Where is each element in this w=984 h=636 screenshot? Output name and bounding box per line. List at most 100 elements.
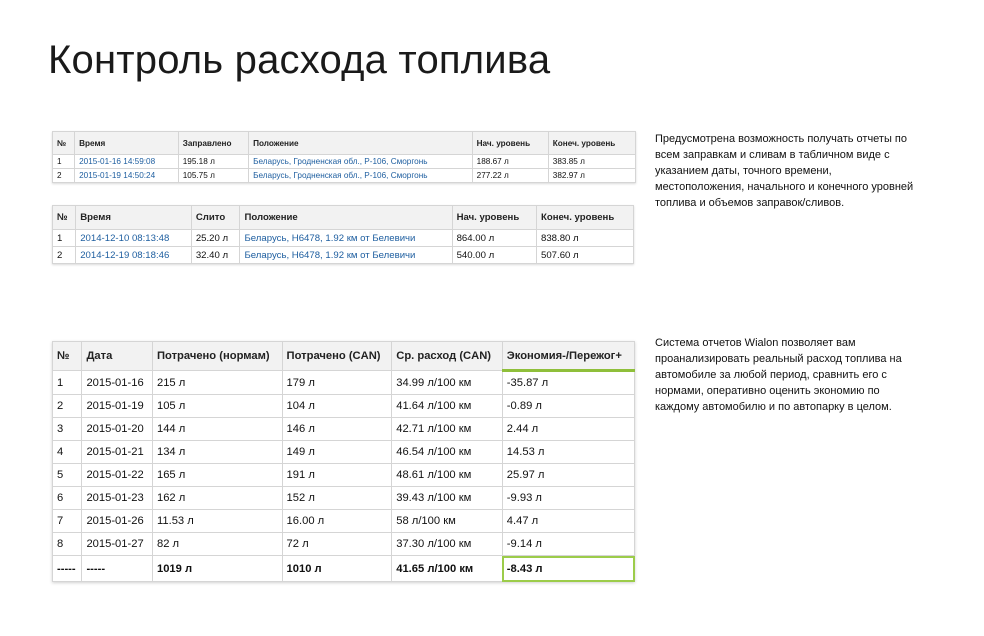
date-value: 2015-01-23 (81, 486, 153, 510)
date-value: 2015-01-21 (81, 440, 153, 464)
spent-norm-value: 215 л (151, 370, 283, 395)
avg-consumption-value: 37.30 л/100 км (391, 532, 503, 556)
refueled-value: 105.75 л (177, 168, 250, 183)
end-level-value: 383.85 л (547, 154, 637, 169)
end-level-value: 838.80 л (536, 229, 634, 247)
table-row: 1 2015-01-16 14:59:08 195.18 л Беларусь,… (51, 154, 637, 169)
savings-overuse-value: -0.89 л (501, 394, 636, 418)
total-number: ----- (51, 555, 83, 582)
spent-norm-value: 11.53 л (151, 509, 283, 533)
column-header-drained[interactable]: Слито (190, 205, 241, 230)
start-level-value: 540.00 л (451, 246, 538, 264)
total-savings-overuse: -8.43 л (501, 555, 636, 582)
date-value: 2015-01-20 (81, 417, 153, 441)
wialon-reports-description: Система отчетов Wialon позволяет вам про… (655, 337, 902, 413)
time-link[interactable]: 2014-12-10 08:13:48 (75, 229, 192, 247)
table-row: 5 2015-01-22 165 л 191 л 48.61 л/100 км … (51, 463, 636, 487)
column-header-date[interactable]: Дата (81, 341, 153, 371)
savings-overuse-value: 14.53 л (501, 440, 636, 464)
column-header-start-level[interactable]: Нач. уровень (471, 131, 549, 155)
spent-can-value: 191 л (281, 463, 393, 487)
table-row: 1 2014-12-10 08:13:48 25.20 л Беларусь, … (51, 229, 634, 247)
column-header-time[interactable]: Время (75, 205, 192, 230)
start-level-value: 864.00 л (451, 229, 538, 247)
column-header-savings-overuse[interactable]: Экономия-/Пережог+ (501, 341, 636, 372)
row-number: 2 (51, 246, 77, 264)
avg-consumption-value: 42.71 л/100 км (391, 417, 503, 441)
location-link[interactable]: Беларусь, Н6478, 1.92 км от Белевичи (239, 229, 453, 247)
spent-norm-value: 165 л (151, 463, 283, 487)
refuels-table: № Время Заправлено Положение Нач. уровен… (51, 131, 637, 183)
table-header-row: № Время Слито Положение Нач. уровень Кон… (51, 205, 634, 230)
table-row: 6 2015-01-23 162 л 152 л 39.43 л/100 км … (51, 486, 636, 510)
start-level-value: 277.22 л (471, 168, 549, 183)
row-number: 6 (51, 486, 83, 510)
column-header-location[interactable]: Положение (239, 205, 453, 230)
spent-norm-value: 82 л (151, 532, 283, 556)
end-level-value: 507.60 л (536, 246, 634, 264)
avg-consumption-value: 34.99 л/100 км (391, 370, 503, 395)
row-number: 1 (51, 154, 76, 169)
end-level-value: 382.97 л (547, 168, 637, 183)
avg-consumption-value: 48.61 л/100 км (391, 463, 503, 487)
date-value: 2015-01-16 (81, 370, 153, 395)
refueled-value: 195.18 л (177, 154, 250, 169)
spent-can-value: 179 л (281, 370, 393, 395)
column-header-avg-consumption[interactable]: Ср. расход (CAN) (391, 341, 503, 371)
drains-table: № Время Слито Положение Нач. уровень Кон… (51, 205, 634, 264)
total-avg-consumption: 41.65 л/100 км (391, 555, 503, 582)
spent-norm-value: 144 л (151, 417, 283, 441)
spent-norm-value: 134 л (151, 440, 283, 464)
time-link[interactable]: 2014-12-19 08:18:46 (75, 246, 192, 264)
page-title: Контроль расхода топлива (48, 38, 551, 82)
column-header-start-level[interactable]: Нач. уровень (451, 205, 538, 230)
column-header-spent-can[interactable]: Потрачено (CAN) (281, 341, 393, 371)
table-row: 2 2014-12-19 08:18:46 32.40 л Беларусь, … (51, 246, 634, 264)
spent-can-value: 16.00 л (281, 509, 393, 533)
time-link[interactable]: 2015-01-16 14:59:08 (74, 154, 179, 169)
table-row: 2 2015-01-19 105 л 104 л 41.64 л/100 км … (51, 394, 636, 418)
row-number: 2 (51, 168, 76, 183)
row-number: 4 (51, 440, 83, 464)
spent-can-value: 146 л (281, 417, 393, 441)
row-number: 5 (51, 463, 83, 487)
table-row: 2 2015-01-19 14:50:24 105.75 л Беларусь,… (51, 168, 637, 183)
column-header-refueled[interactable]: Заправлено (177, 131, 250, 155)
table-header-row: № Дата Потрачено (нормам) Потрачено (CAN… (51, 341, 636, 372)
row-number: 3 (51, 417, 83, 441)
date-value: 2015-01-26 (81, 509, 153, 533)
spent-can-value: 152 л (281, 486, 393, 510)
start-level-value: 188.67 л (471, 154, 549, 169)
column-header-number[interactable]: № (51, 205, 77, 230)
row-number: 7 (51, 509, 83, 533)
drained-value: 32.40 л (190, 246, 241, 264)
spent-norm-value: 105 л (151, 394, 283, 418)
consumption-table: № Дата Потрачено (нормам) Потрачено (CAN… (51, 341, 636, 582)
column-header-number[interactable]: № (51, 341, 83, 371)
drained-value: 25.20 л (190, 229, 241, 247)
savings-overuse-value: 2.44 л (501, 417, 636, 441)
time-link[interactable]: 2015-01-19 14:50:24 (74, 168, 179, 183)
spent-can-value: 72 л (281, 532, 393, 556)
column-header-end-level[interactable]: Конеч. уровень (536, 205, 634, 230)
savings-overuse-value: 4.47 л (501, 509, 636, 533)
total-spent-can: 1010 л (281, 555, 393, 582)
row-number: 8 (51, 532, 83, 556)
avg-consumption-value: 46.54 л/100 км (391, 440, 503, 464)
table-row: 8 2015-01-27 82 л 72 л 37.30 л/100 км -9… (51, 532, 636, 556)
savings-overuse-value: -9.14 л (501, 532, 636, 556)
date-value: 2015-01-22 (81, 463, 153, 487)
table-row: 1 2015-01-16 215 л 179 л 34.99 л/100 км … (51, 370, 636, 395)
column-header-spent-norm[interactable]: Потрачено (нормам) (151, 341, 283, 371)
row-number: 1 (51, 229, 77, 247)
avg-consumption-value: 58 л/100 км (391, 509, 503, 533)
location-link[interactable]: Беларусь, Гродненская обл., Р-106, Сморг… (248, 154, 473, 169)
savings-overuse-value: -9.93 л (501, 486, 636, 510)
location-link[interactable]: Беларусь, Гродненская обл., Р-106, Сморг… (248, 168, 473, 183)
column-header-end-level[interactable]: Конеч. уровень (547, 131, 637, 155)
location-link[interactable]: Беларусь, Н6478, 1.92 км от Белевичи (239, 246, 453, 264)
column-header-number[interactable]: № (51, 131, 76, 155)
column-header-location[interactable]: Положение (248, 131, 473, 155)
column-header-time[interactable]: Время (74, 131, 179, 155)
total-spent-norm: 1019 л (151, 555, 283, 582)
